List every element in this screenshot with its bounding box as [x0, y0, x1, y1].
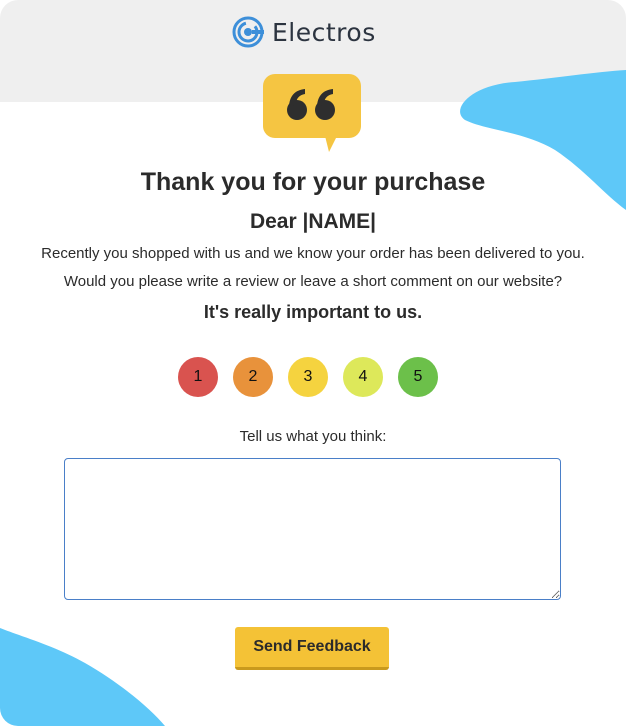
feedback-prompt: Tell us what you think:	[239, 428, 387, 445]
decorative-blob-bottom-left	[0, 628, 165, 726]
message-line-1: Recently you shopped with us and we know…	[41, 245, 585, 262]
send-feedback-button[interactable]: Send Feedback	[235, 627, 389, 670]
rating-5-button[interactable]: 5	[398, 357, 438, 397]
quote-icon	[263, 74, 361, 152]
brand-logo[interactable]: Electros	[232, 14, 376, 50]
brand-name: Electros	[272, 17, 376, 47]
feedback-card: Electros Thank you for your purchase Dea…	[0, 0, 626, 726]
target-icon	[232, 16, 264, 48]
rating-2-button[interactable]: 2	[233, 357, 273, 397]
feedback-textarea[interactable]	[64, 458, 561, 600]
message-line-2: Would you please write a review or leave…	[63, 273, 563, 290]
rating-4-button[interactable]: 4	[343, 357, 383, 397]
greeting: Dear |NAME|	[249, 210, 377, 233]
rating-3-button[interactable]: 3	[288, 357, 328, 397]
page-title: Thank you for your purchase	[140, 168, 486, 196]
rating-1-button[interactable]: 1	[178, 357, 218, 397]
emphasis-text: It's really important to us.	[203, 302, 423, 322]
rating-scale: 1 2 3 4 5	[178, 357, 438, 397]
